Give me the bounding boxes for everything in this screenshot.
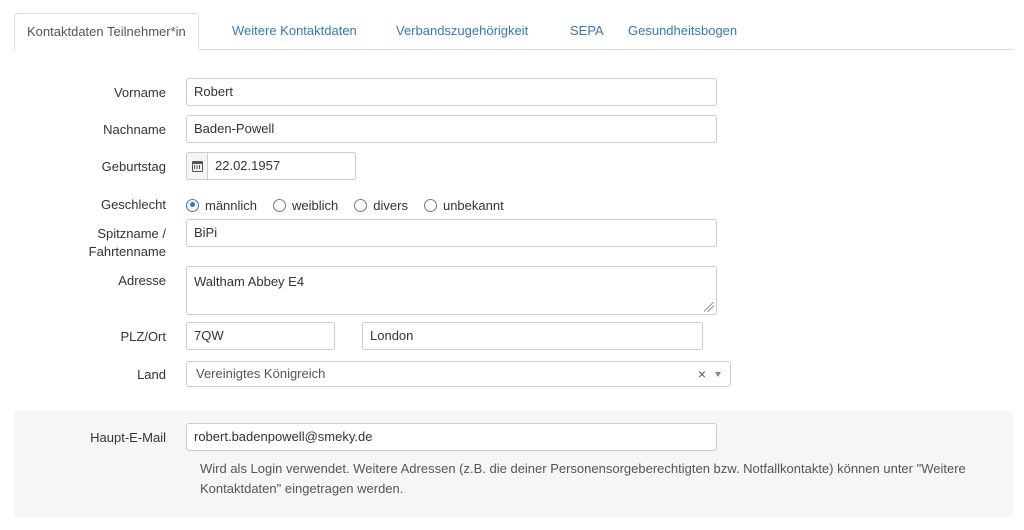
- email-label: Haupt-E-Mail: [90, 430, 166, 445]
- radio-weiblich[interactable]: weiblich: [273, 198, 338, 213]
- tab-bar: Kontaktdaten Teilnehmer*in Weitere Konta…: [0, 0, 1024, 50]
- tab-gesundheitsbogen[interactable]: Gesundheitsbogen: [616, 13, 749, 50]
- geschlecht-label: Geschlecht: [100, 197, 166, 212]
- email-input[interactable]: robert.badenpowell@smeky.de: [186, 423, 717, 451]
- tab-verbandszugehoerigkeit[interactable]: Verbandszugehörigkeit: [384, 13, 540, 50]
- ort-input[interactable]: London: [362, 322, 703, 350]
- clear-icon[interactable]: ×: [698, 362, 706, 386]
- land-label: Land: [137, 367, 166, 382]
- vorname-label: Vorname: [113, 85, 166, 100]
- spitzname-input[interactable]: BiPi: [186, 219, 717, 247]
- radio-label: divers: [373, 197, 408, 213]
- adresse-value: Waltham Abbey E4: [194, 274, 305, 289]
- spitzname-label: Spitzname / Fahrtenname: [88, 226, 166, 259]
- plz-input[interactable]: 7QW: [186, 322, 335, 350]
- email-help-text: Wird als Login verwendet. Weitere Adress…: [200, 461, 966, 496]
- land-selected-value: Vereinigtes Königreich: [196, 366, 326, 381]
- tab-weitere-kontaktdaten[interactable]: Weitere Kontaktdaten: [220, 13, 369, 50]
- radio-unchecked-icon: [423, 198, 437, 212]
- radio-maennlich[interactable]: männlich: [186, 198, 257, 213]
- date-picker-button[interactable]: [186, 152, 208, 180]
- adresse-textarea[interactable]: Waltham Abbey E4: [186, 266, 717, 315]
- chevron-down-icon[interactable]: [715, 372, 721, 377]
- adresse-label: Adresse: [118, 273, 166, 288]
- vorname-input[interactable]: Robert: [186, 78, 717, 106]
- geschlecht-radio-group: männlich weiblich divers unbekannt: [186, 196, 520, 214]
- geburtstag-label: Geburtstag: [101, 159, 166, 174]
- plz-ort-label: PLZ/Ort: [120, 329, 166, 344]
- resize-handle-icon[interactable]: [704, 302, 714, 312]
- land-select[interactable]: Vereinigtes Königreich ×: [186, 361, 731, 387]
- radio-label: weiblich: [292, 197, 339, 213]
- radio-label: unbekannt: [442, 197, 504, 213]
- tab-kontaktdaten[interactable]: Kontaktdaten Teilnehmer*in: [14, 13, 199, 50]
- nachname-input[interactable]: Baden-Powell: [186, 115, 717, 143]
- radio-unbekannt[interactable]: unbekannt: [423, 197, 504, 213]
- nachname-label: Nachname: [103, 122, 166, 137]
- geburtstag-input[interactable]: 22.02.1957: [207, 152, 356, 180]
- radio-unchecked-icon: [273, 198, 287, 212]
- radio-checked-icon: [186, 198, 199, 212]
- calendar-icon: [192, 161, 203, 172]
- radio-divers[interactable]: divers: [354, 198, 408, 213]
- tab-sepa[interactable]: SEPA: [558, 13, 616, 50]
- radio-unchecked-icon: [354, 198, 368, 212]
- radio-label: männlich: [205, 197, 258, 213]
